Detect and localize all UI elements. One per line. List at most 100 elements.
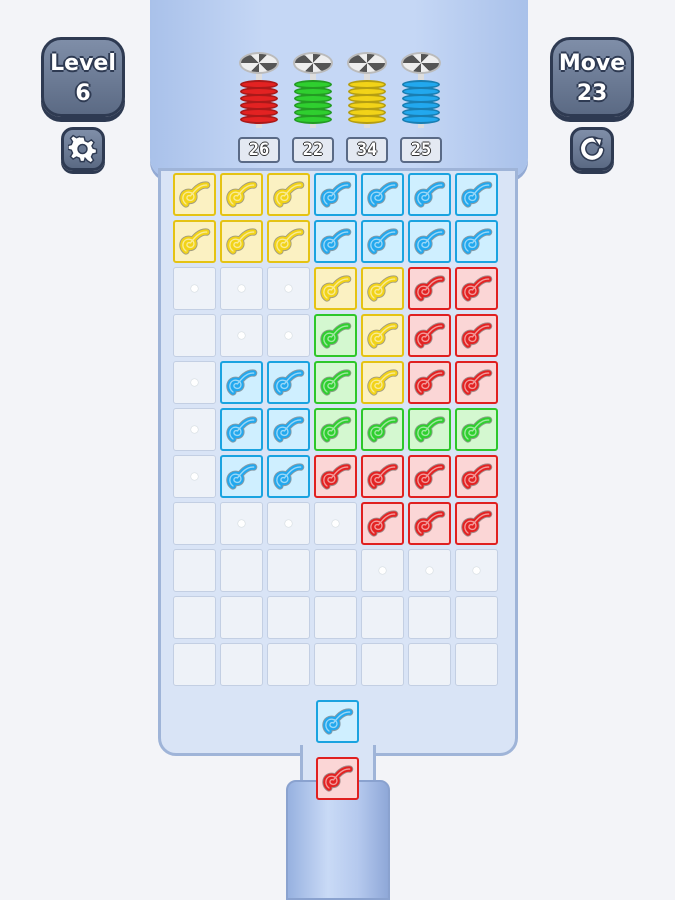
grid-cell-2-5-red[interactable] (408, 267, 451, 310)
peg-count-2: 22 (292, 137, 334, 163)
green-spiral-icon (319, 415, 351, 443)
grid-cell-9-0[interactable] (173, 596, 216, 639)
grid-cell-10-5[interactable] (408, 643, 451, 686)
grid-cell-9-4[interactable] (361, 596, 404, 639)
grid-cell-10-3[interactable] (314, 643, 357, 686)
grid-cell-1-6-blue[interactable] (455, 220, 498, 263)
grid-cell-7-6-red[interactable] (455, 502, 498, 545)
grid-cell-6-4-red[interactable] (361, 455, 404, 498)
red-spiral-icon (366, 462, 398, 490)
queue-piece-next[interactable] (316, 700, 359, 743)
red-spiral-icon (460, 462, 492, 490)
grid-cell-8-5[interactable] (408, 549, 451, 592)
grid-cell-6-6-red[interactable] (455, 455, 498, 498)
grid-cell-3-5-red[interactable] (408, 314, 451, 357)
grid-cell-10-0[interactable] (173, 643, 216, 686)
grid-cell-2-3-yellow[interactable] (314, 267, 357, 310)
move-value: 23 (576, 81, 608, 106)
yellow-spiral-icon (178, 227, 210, 255)
grid-cell-2-2[interactable] (267, 267, 310, 310)
grid-cell-1-3-blue[interactable] (314, 220, 357, 263)
grid-cell-7-3[interactable] (314, 502, 357, 545)
grid-cell-3-3-green[interactable] (314, 314, 357, 357)
grid-cell-7-0[interactable] (173, 502, 216, 545)
grid-cell-3-6-red[interactable] (455, 314, 498, 357)
grid-cell-4-2-blue[interactable] (267, 361, 310, 404)
grid-cell-8-6[interactable] (455, 549, 498, 592)
grid-cell-0-4-blue[interactable] (361, 173, 404, 216)
grid-cell-5-6-green[interactable] (455, 408, 498, 451)
grid-cell-10-1[interactable] (220, 643, 263, 686)
grid-cell-10-2[interactable] (267, 643, 310, 686)
grid-cell-6-0[interactable] (173, 455, 216, 498)
grid-cell-7-1[interactable] (220, 502, 263, 545)
grid-cell-2-0[interactable] (173, 267, 216, 310)
grid-cell-1-2-yellow[interactable] (267, 220, 310, 263)
red-spiral-icon (460, 321, 492, 349)
grid-cell-7-2[interactable] (267, 502, 310, 545)
grid-cell-1-1-yellow[interactable] (220, 220, 263, 263)
grid-cell-1-4-blue[interactable] (361, 220, 404, 263)
peg-cap (347, 52, 387, 74)
blue-spiral-icon (321, 707, 353, 735)
grid-cell-4-1-blue[interactable] (220, 361, 263, 404)
grid-cell-8-3[interactable] (314, 549, 357, 592)
blue-spiral-icon (225, 368, 257, 396)
grid-cell-9-2[interactable] (267, 596, 310, 639)
grid-cell-1-5-blue[interactable] (408, 220, 451, 263)
grid-cell-6-3-red[interactable] (314, 455, 357, 498)
grid-cell-3-1[interactable] (220, 314, 263, 357)
grid-cell-6-1-blue[interactable] (220, 455, 263, 498)
grid-cell-6-2-blue[interactable] (267, 455, 310, 498)
grid-cell-8-2[interactable] (267, 549, 310, 592)
grid-cell-8-0[interactable] (173, 549, 216, 592)
grid-cell-4-5-red[interactable] (408, 361, 451, 404)
grid-cell-5-1-blue[interactable] (220, 408, 263, 451)
blue-spiral-icon (272, 462, 304, 490)
grid-cell-5-4-green[interactable] (361, 408, 404, 451)
grid-cell-9-3[interactable] (314, 596, 357, 639)
grid-cell-3-2[interactable] (267, 314, 310, 357)
grid-cell-0-2-yellow[interactable] (267, 173, 310, 216)
grid-cell-3-4-yellow[interactable] (361, 314, 404, 357)
grid-cell-9-6[interactable] (455, 596, 498, 639)
grid-cell-0-1-yellow[interactable] (220, 173, 263, 216)
peg-1 (236, 52, 282, 132)
grid-cell-0-0-yellow[interactable] (173, 173, 216, 216)
grid-cell-4-6-red[interactable] (455, 361, 498, 404)
grid-cell-10-4[interactable] (361, 643, 404, 686)
grid-cell-4-4-yellow[interactable] (361, 361, 404, 404)
red-spiral-icon (413, 274, 445, 302)
peg-count-4: 25 (400, 137, 442, 163)
grid-cell-8-1[interactable] (220, 549, 263, 592)
grid-cell-2-1[interactable] (220, 267, 263, 310)
grid-cell-4-3-green[interactable] (314, 361, 357, 404)
grid-cell-9-5[interactable] (408, 596, 451, 639)
grid-cell-1-0-yellow[interactable] (173, 220, 216, 263)
grid-cell-9-1[interactable] (220, 596, 263, 639)
grid-cell-7-5-red[interactable] (408, 502, 451, 545)
grid-cell-0-6-blue[interactable] (455, 173, 498, 216)
grid-cell-10-6[interactable] (455, 643, 498, 686)
grid-cell-2-4-yellow[interactable] (361, 267, 404, 310)
settings-button[interactable] (61, 127, 105, 171)
grid-cell-2-6-red[interactable] (455, 267, 498, 310)
grid-cell-6-5-red[interactable] (408, 455, 451, 498)
blue-spiral-icon (319, 227, 351, 255)
peg-ring (294, 115, 332, 124)
grid-cell-0-3-blue[interactable] (314, 173, 357, 216)
grid-cell-0-5-blue[interactable] (408, 173, 451, 216)
grid-cell-5-3-green[interactable] (314, 408, 357, 451)
yellow-spiral-icon (272, 227, 304, 255)
grid-cell-7-4-red[interactable] (361, 502, 404, 545)
restart-icon (579, 136, 605, 162)
grid-cell-5-2-blue[interactable] (267, 408, 310, 451)
blue-spiral-icon (319, 180, 351, 208)
restart-button[interactable] (570, 127, 614, 171)
grid-cell-8-4[interactable] (361, 549, 404, 592)
grid-cell-4-0[interactable] (173, 361, 216, 404)
green-spiral-icon (366, 415, 398, 443)
grid-cell-3-0[interactable] (173, 314, 216, 357)
grid-cell-5-0[interactable] (173, 408, 216, 451)
grid-cell-5-5-green[interactable] (408, 408, 451, 451)
